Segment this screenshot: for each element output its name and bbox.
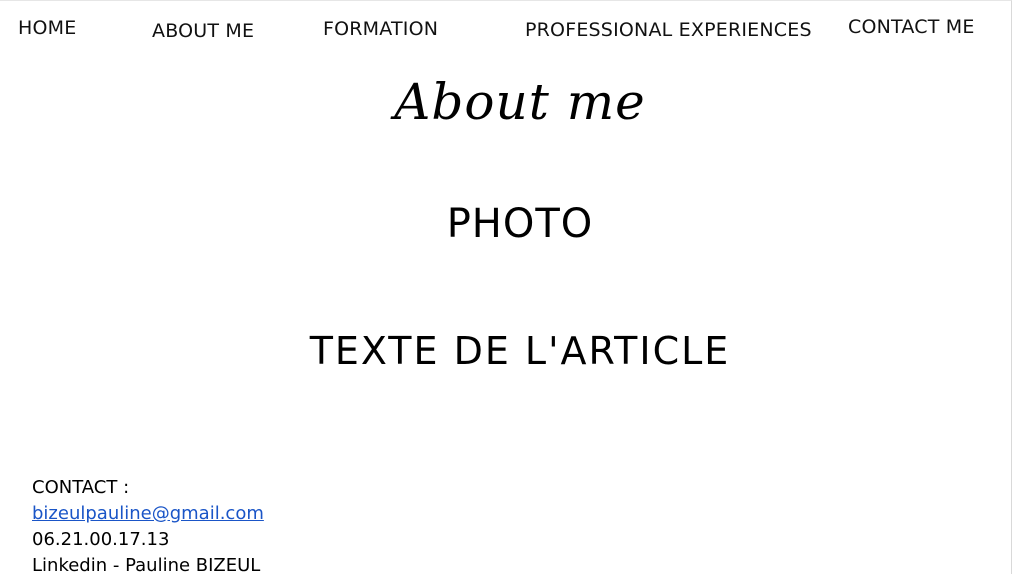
nav-contact-me-link[interactable]: CONTACT ME (848, 16, 975, 38)
page-title: About me (394, 73, 646, 131)
nav-formation-link[interactable]: FORMATION (323, 18, 438, 40)
linkedin-name: - Pauline BIZEUL (107, 555, 261, 574)
page-container: HOME ABOUT ME FORMATION PROFESSIONAL EXP… (0, 0, 1012, 574)
contact-email-link[interactable]: bizeulpauline@gmail.com (32, 503, 264, 524)
nav-home-link[interactable]: HOME (18, 17, 76, 39)
contact-linkedin: Linkedin - Pauline BIZEUL (32, 553, 264, 574)
contact-block: CONTACT : bizeulpauline@gmail.com 06.21.… (32, 475, 264, 574)
article-text-placeholder: TEXTE DE L'ARTICLE (309, 329, 731, 373)
contact-heading: CONTACT : (32, 477, 130, 498)
photo-placeholder: PHOTO (446, 201, 594, 247)
linkedin-label: Linkedin (32, 555, 108, 574)
nav-professional-experiences-link[interactable]: PROFESSIONAL EXPERIENCES (525, 19, 812, 41)
nav-about-me-link[interactable]: ABOUT ME (152, 20, 254, 42)
contact-phone: 06.21.00.17.13 (32, 529, 170, 550)
